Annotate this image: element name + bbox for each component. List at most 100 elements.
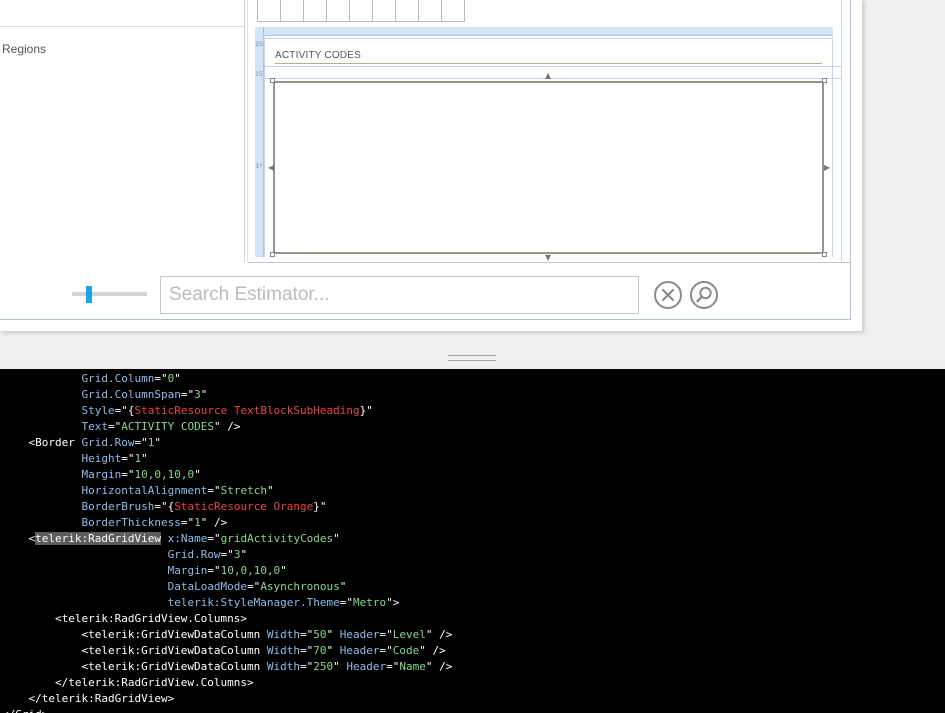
code-token: Margin — [167, 564, 208, 577]
code-token: " /> — [213, 420, 241, 433]
code-token: " — [240, 548, 248, 561]
code-line[interactable]: <Border Grid.Row="1" — [2, 435, 160, 451]
grid-cell — [442, 0, 465, 22]
grid-guide-line — [264, 78, 842, 79]
code-token: =" — [207, 564, 221, 577]
code-token: =" — [121, 452, 135, 465]
code-token: Grid.Row — [167, 548, 221, 561]
code-token: Width — [266, 628, 301, 641]
left-panel: Regions — [0, 0, 245, 262]
code-line[interactable]: Margin="10,0,10,0" — [2, 467, 201, 483]
regions-label[interactable]: Regions — [2, 42, 46, 56]
code-line[interactable]: <telerik:GridViewDataColumn Width="70" H… — [2, 643, 445, 659]
code-token: =" — [220, 548, 234, 561]
code-token: }" — [359, 404, 373, 417]
code-token: Margin — [81, 468, 122, 481]
code-line[interactable]: Margin="10,0,10,0" — [2, 563, 287, 579]
code-token: Level — [392, 628, 426, 641]
code-token: " — [174, 372, 181, 385]
row-ruler[interactable]: 25 15 1* — [255, 27, 264, 257]
resize-handle[interactable] — [270, 252, 275, 257]
code-line[interactable]: Height="1" — [2, 451, 147, 467]
code-token: telerik:RadGridView — [35, 532, 161, 545]
code-token: <telerik:GridViewDataColumn — [2, 644, 267, 657]
code-token: <Border — [2, 436, 82, 449]
activity-codes-heading[interactable]: ACTIVITY CODES — [275, 50, 361, 61]
code-token: 50 — [313, 628, 327, 641]
code-token: =" — [180, 516, 195, 529]
code-line[interactable]: <telerik:RadGridView.Columns> — [2, 611, 247, 627]
code-line[interactable]: </telerik:RadGridView> — [2, 691, 174, 707]
grid-cell — [281, 0, 304, 22]
code-token: HorizontalAlignment — [81, 484, 208, 497]
code-token: ="{ — [154, 500, 175, 513]
xaml-designer-surface: Regions 25 15 1* ACTIVITY CODES ▲ ▼ ◀ ▶ … — [0, 0, 945, 351]
resize-handle[interactable] — [822, 78, 827, 83]
code-token: 3 — [194, 388, 201, 401]
magnifier-icon — [696, 286, 712, 303]
code-line[interactable]: <telerik:GridViewDataColumn Width="50" H… — [2, 627, 452, 643]
zoom-slider-thumb[interactable] — [86, 286, 92, 303]
zoom-slider[interactable] — [72, 292, 147, 296]
code-line[interactable]: <telerik:GridViewDataColumn Width="250" … — [2, 659, 452, 675]
activity-codes-grid-selection[interactable] — [273, 81, 824, 254]
margin-arrow-left-icon[interactable]: ◀ — [268, 164, 274, 172]
grid-guide-line — [264, 66, 842, 67]
grid-guide-line — [264, 37, 265, 257]
code-line[interactable]: BorderBrush="{StaticResource Orange}" — [2, 499, 326, 515]
resize-handle[interactable] — [270, 78, 275, 83]
code-line[interactable]: <telerik:RadGridView x:Name="gridActivit… — [2, 531, 340, 547]
code-token: " /> — [200, 516, 228, 529]
search-button[interactable] — [690, 281, 718, 309]
code-token: =" — [107, 420, 122, 433]
code-line[interactable]: Style="{StaticResource TextBlockSubHeadi… — [2, 403, 373, 419]
code-token: BorderBrush — [81, 500, 155, 513]
code-token: </telerik:RadGridView> — [2, 692, 175, 705]
code-token: " — [194, 468, 201, 481]
row-ruler-mark: 15 — [255, 71, 263, 78]
orange-separator-border[interactable] — [275, 63, 822, 64]
row-ruler-mark: 25 — [255, 41, 263, 48]
code-token: Style — [81, 404, 115, 417]
code-line[interactable]: </Grid> — [2, 707, 48, 713]
code-token: =" — [207, 484, 221, 497]
margin-arrow-right-icon[interactable]: ▶ — [824, 164, 830, 172]
code-line[interactable]: DataLoadMode="Asynchronous" — [2, 579, 347, 595]
code-line[interactable]: HorizontalAlignment="Stretch" — [2, 483, 273, 499]
margin-arrow-up-icon[interactable]: ▲ — [545, 72, 551, 80]
grid-cell — [304, 0, 327, 22]
column-ruler[interactable] — [255, 27, 833, 36]
resize-handle[interactable] — [822, 252, 827, 257]
code-line[interactable]: Text="ACTIVITY CODES" /> — [2, 419, 240, 435]
code-token: TextBlockSubHeading — [227, 404, 360, 417]
code-line[interactable]: BorderThickness="1" /> — [2, 515, 227, 531]
code-token: 1 — [194, 516, 201, 529]
code-token: </telerik:RadGridView.Columns> — [2, 676, 254, 689]
code-token: <telerik:RadGridView.Columns> — [2, 612, 248, 625]
code-token: telerik:StyleManager.Theme — [167, 596, 340, 609]
code-token: Name — [399, 660, 426, 673]
code-token: " — [280, 564, 287, 577]
code-line[interactable]: Grid.Column="0" — [2, 371, 181, 387]
code-token: Asynchronous — [260, 580, 340, 593]
code-token: Code — [392, 644, 420, 657]
code-token: Grid.Row — [81, 436, 135, 449]
code-token: =" — [207, 532, 221, 545]
code-line[interactable]: telerik:StyleManager.Theme="Metro"> — [2, 595, 400, 611]
code-line[interactable]: Grid.ColumnSpan="3" — [2, 387, 207, 403]
code-token: DataLoadMode — [167, 580, 248, 593]
search-input[interactable] — [160, 276, 639, 314]
code-line[interactable]: Grid.Row="3" — [2, 547, 247, 563]
code-token: =" — [300, 660, 314, 673]
code-line[interactable]: </telerik:RadGridView.Columns> — [2, 675, 254, 691]
design-artboard: Regions 25 15 1* ACTIVITY CODES ▲ ▼ ◀ ▶ … — [0, 0, 862, 331]
splitter-grip-icon[interactable] — [448, 355, 496, 361]
margin-arrow-down-icon[interactable]: ▼ — [545, 254, 551, 262]
xaml-code-editor[interactable]: Grid.Column="0" Grid.ColumnSpan="3" Styl… — [0, 369, 945, 713]
clear-search-button[interactable] — [654, 281, 682, 309]
